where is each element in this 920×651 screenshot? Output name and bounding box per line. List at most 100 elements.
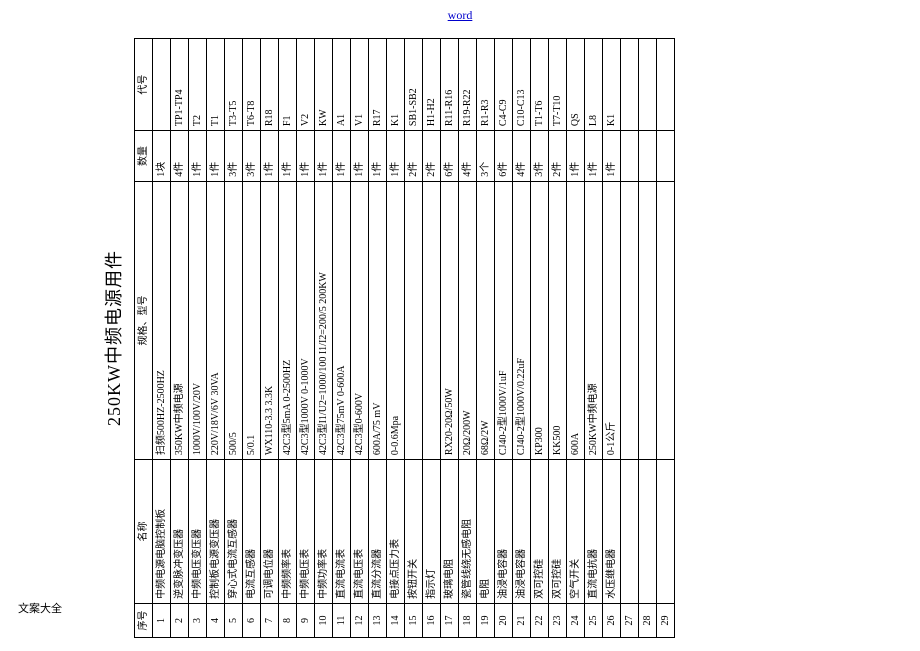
cell-spec: 42C3型5mA 0-2500HZ: [279, 181, 297, 459]
cell-code: R1-R3: [477, 39, 495, 131]
cell-spec: 42C3型75mV 0-600A: [333, 181, 351, 459]
cell-seq: 10: [315, 603, 333, 637]
cell-spec: KK500: [549, 181, 567, 459]
cell-seq: 15: [405, 603, 423, 637]
cell-seq: 4: [207, 603, 225, 637]
cell-seq: 25: [585, 603, 603, 637]
cell-spec: 68Ω/2W: [477, 181, 495, 459]
cell-spec: RX20-20Ω/50W: [441, 181, 459, 459]
cell-spec: 500/5: [225, 181, 243, 459]
cell-name: 控制板电源变压器: [207, 460, 225, 604]
cell-code: SB1-SB2: [405, 39, 423, 131]
cell-qty: 1件: [567, 131, 585, 182]
cell-qty: 3件: [531, 131, 549, 182]
cell-qty: 1件: [189, 131, 207, 182]
table-row: 21油浸电容器CJ40-2型1000V/0.22uF4件C10-C13: [513, 39, 531, 638]
col-seq: 序号: [135, 603, 153, 637]
cell-code: [639, 39, 657, 131]
side-label: 文案大全: [18, 600, 62, 616]
table-row: 15按钮开关 2件SB1-SB2: [405, 39, 423, 638]
cell-code: K1: [387, 39, 405, 131]
table-row: 24空气开关600A1件QS: [567, 39, 585, 638]
cell-code: T6-T8: [243, 39, 261, 131]
table-row: 9中频电压表42C3型1000V 0-1000V1件V2: [297, 39, 315, 638]
table-row: 4控制板电源变压器220V/18V/6V 30VA1件T1: [207, 39, 225, 638]
col-name: 名称: [135, 460, 153, 604]
cell-qty: 2件: [405, 131, 423, 182]
cell-seq: 22: [531, 603, 549, 637]
cell-qty: 1件: [207, 131, 225, 182]
cell-qty: 1件: [387, 131, 405, 182]
cell-spec: WX110-3.3 3.3K: [261, 181, 279, 459]
cell-qty: 6件: [441, 131, 459, 182]
cell-qty: 3件: [243, 131, 261, 182]
cell-name: [657, 460, 675, 604]
cell-code: V2: [297, 39, 315, 131]
cell-code: KW: [315, 39, 333, 131]
cell-name: 直流电抗器: [585, 460, 603, 604]
cell-qty: [657, 131, 675, 182]
cell-spec: CJ40-2型1000V/0.22uF: [513, 181, 531, 459]
cell-name: 双可控硅: [531, 460, 549, 604]
table-row: 20油浸电容器CJ40-2型1000V/1uF6件C4-C9: [495, 39, 513, 638]
table-row: 14电接点压力表0-0.6Mpa1件K1: [387, 39, 405, 638]
col-spec: 规格、型号: [135, 181, 153, 459]
cell-code: H1-H2: [423, 39, 441, 131]
cell-name: 瓷管线绕无感电阻: [459, 460, 477, 604]
cell-name: 可调电位器: [261, 460, 279, 604]
cell-seq: 23: [549, 603, 567, 637]
cell-spec: 600A/75 mV: [369, 181, 387, 459]
table-row: 5穿心式电流互感器500/53件T3-T5: [225, 39, 243, 638]
cell-code: K1: [603, 39, 621, 131]
table-row: 1中频电源电脑控制板扫频500HZ-2500HZ1块: [153, 39, 171, 638]
spec-table: 序号 名称 规格、型号 数量 代号 1中频电源电脑控制板扫频500HZ-2500…: [134, 38, 675, 638]
document-body: 250KW中频电源用件 序号 名称 规格、型号 数量 代号 1中频电源电脑控制板…: [100, 38, 675, 638]
cell-spec: 600A: [567, 181, 585, 459]
cell-code: C4-C9: [495, 39, 513, 131]
cell-name: 中频电压表: [297, 460, 315, 604]
cell-name: 直流电压表: [351, 460, 369, 604]
cell-seq: 29: [657, 603, 675, 637]
cell-spec: 42C3型0-600V: [351, 181, 369, 459]
cell-name: 油浸电容器: [495, 460, 513, 604]
cell-spec: [657, 181, 675, 459]
cell-spec: 扫频500HZ-2500HZ: [153, 181, 171, 459]
cell-spec: 250KW中频电源: [585, 181, 603, 459]
table-row: 25直流电抗器250KW中频电源1件L8: [585, 39, 603, 638]
table-header-row: 序号 名称 规格、型号 数量 代号: [135, 39, 153, 638]
cell-code: T2: [189, 39, 207, 131]
cell-name: 中频电压变压器: [189, 460, 207, 604]
cell-qty: 4件: [513, 131, 531, 182]
table-row: 27: [621, 39, 639, 638]
cell-seq: 24: [567, 603, 585, 637]
table-row: 12直流电压表42C3型0-600V1件V1: [351, 39, 369, 638]
cell-qty: 1块: [153, 131, 171, 182]
cell-seq: 26: [603, 603, 621, 637]
header-word-link[interactable]: word: [448, 8, 473, 23]
table-row: 10中频功率表42C3型I1/U2=1000/100 I1/I2=200/5 2…: [315, 39, 333, 638]
cell-name: 直流电流表: [333, 460, 351, 604]
cell-seq: 13: [369, 603, 387, 637]
cell-code: R11-R16: [441, 39, 459, 131]
cell-qty: 1件: [297, 131, 315, 182]
cell-name: 按钮开关: [405, 460, 423, 604]
cell-code: F1: [279, 39, 297, 131]
table-row: 23双可控硅KK5002件T7-T10: [549, 39, 567, 638]
cell-code: [621, 39, 639, 131]
cell-name: 电流互感器: [243, 460, 261, 604]
cell-seq: 1: [153, 603, 171, 637]
cell-spec: 5/0.1: [243, 181, 261, 459]
cell-spec: KP300: [531, 181, 549, 459]
col-qty: 数量: [135, 131, 153, 182]
cell-code: L8: [585, 39, 603, 131]
table-row: 2逆变脉冲变压器350KW中频电源4件TP1-TP4: [171, 39, 189, 638]
cell-qty: 4件: [459, 131, 477, 182]
table-row: 8中频频率表42C3型5mA 0-2500HZ1件F1: [279, 39, 297, 638]
cell-qty: 1件: [369, 131, 387, 182]
cell-spec: 350KW中频电源: [171, 181, 189, 459]
table-row: 3中频电压变压器1000V/100V/20V1件T2: [189, 39, 207, 638]
cell-seq: 14: [387, 603, 405, 637]
cell-seq: 5: [225, 603, 243, 637]
cell-qty: 1件: [585, 131, 603, 182]
cell-spec: 0-1公斤: [603, 181, 621, 459]
